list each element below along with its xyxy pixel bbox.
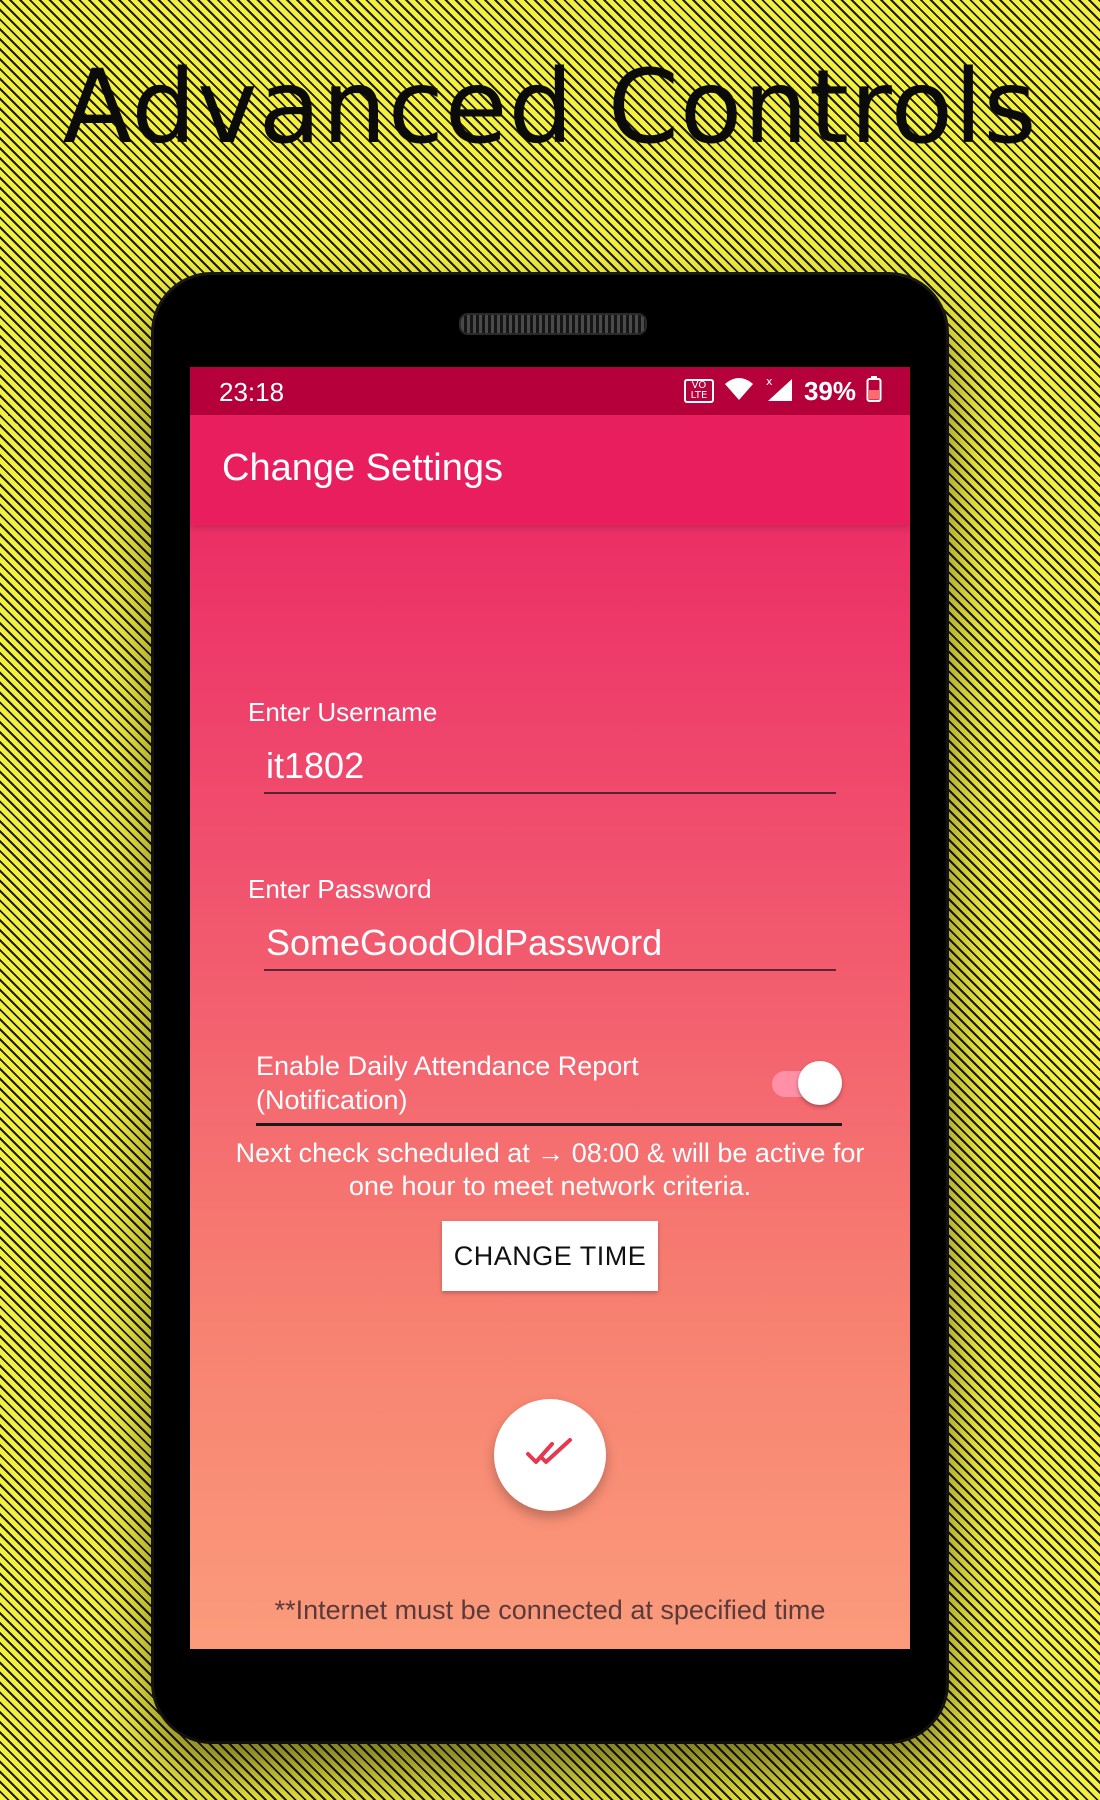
username-field[interactable]: it1802 [264,740,836,794]
attendance-toggle-thumb[interactable] [798,1061,842,1105]
double-check-icon [525,1436,575,1474]
battery-percent: 39% [803,375,856,406]
status-time: 23:18 [219,377,285,407]
battery-icon [866,375,882,407]
phone-frame: 23:18 VO LTE x 39% Change Settings Enter… [154,275,946,1741]
save-fab[interactable] [494,1399,606,1511]
app-screen: 23:18 VO LTE x 39% Change Settings Enter… [190,367,910,1649]
app-title: Change Settings [222,447,503,489]
svg-text:x: x [766,375,773,388]
attendance-report-label: Enable Daily Attendance Report (Notifica… [256,1051,639,1115]
promo-headline: Advanced Controls [62,48,1038,167]
volte-icon: VO LTE [683,379,714,403]
schedule-text: Next check scheduled at → 08:00 & will b… [235,1138,865,1201]
wifi-icon [724,376,754,406]
change-time-button[interactable]: CHANGE TIME [442,1221,658,1291]
password-label: Enter Password [248,874,432,904]
attendance-report-row[interactable]: Enable Daily Attendance Report (Notifica… [256,1037,842,1126]
app-bar: Change Settings [190,415,910,525]
username-label: Enter Username [248,697,438,727]
password-field[interactable]: SomeGoodOldPassword [264,917,836,971]
volte-bottom-text: LTE [690,390,708,401]
phone-speaker [459,313,647,335]
status-bar: 23:18 VO LTE x 39% [190,367,910,415]
signal-icon: x [764,375,794,407]
status-icons: VO LTE x 39% [683,375,882,407]
internet-footnote: **Internet must be connected at specifie… [274,1595,826,1625]
